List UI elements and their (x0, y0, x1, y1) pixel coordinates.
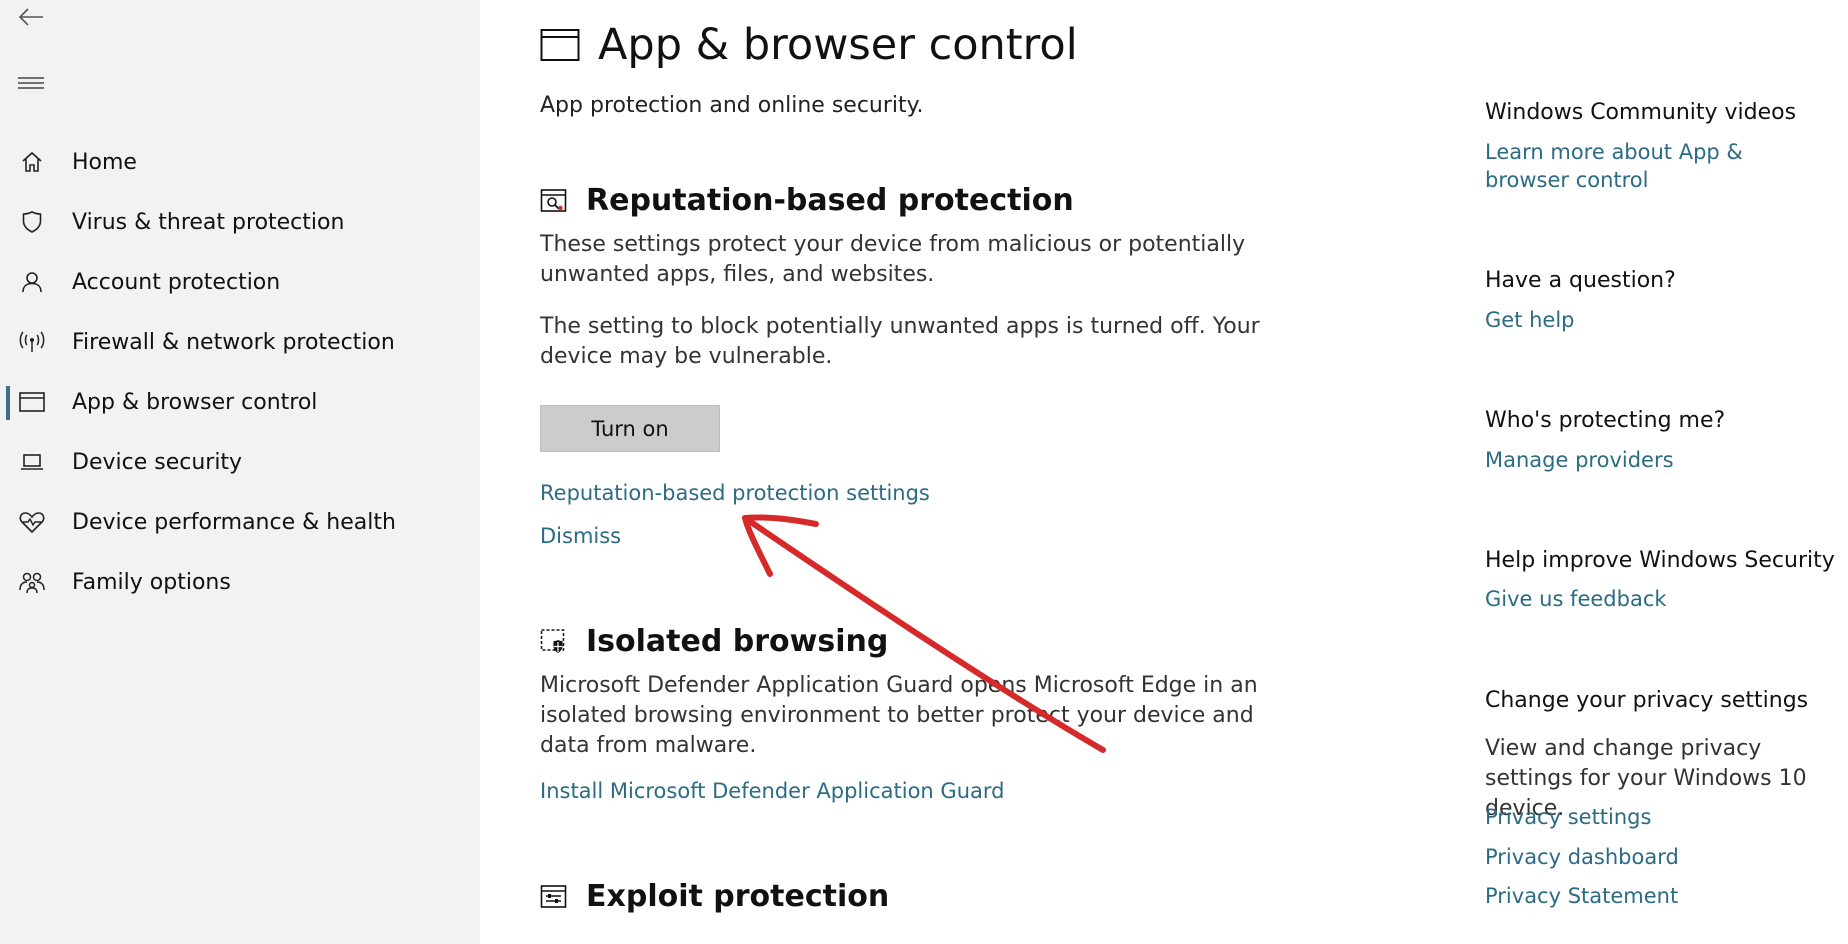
home-icon (19, 149, 45, 175)
isolated-section-header: Isolated browsing (540, 624, 888, 659)
exploit-section-header: Exploit protection (540, 879, 889, 914)
sidebar-item-label: App & browser control (72, 389, 318, 415)
page-header: App & browser control (540, 20, 1078, 70)
laptop-icon (19, 449, 45, 475)
back-button[interactable] (14, 2, 48, 32)
app-window-icon (540, 29, 580, 61)
page-subtitle: App protection and online security. (540, 93, 924, 118)
learn-more-link[interactable]: Learn more about App & browser control (1485, 138, 1805, 194)
shield-icon (19, 209, 45, 235)
sidebar-item-device-security[interactable]: Device security (0, 432, 480, 492)
reputation-title: Reputation-based protection (586, 183, 1074, 218)
privacy-settings-link[interactable]: Privacy settings (1485, 803, 1651, 831)
turn-on-button[interactable]: Turn on (540, 405, 720, 452)
reputation-settings-link[interactable]: Reputation-based protection settings (540, 481, 930, 505)
back-arrow-icon (18, 8, 43, 26)
sidebar-item-virus-threat-protection[interactable]: Virus & threat protection (0, 192, 480, 252)
exploit-title: Exploit protection (586, 879, 890, 914)
get-help-link[interactable]: Get help (1485, 306, 1575, 334)
improve-heading: Help improve Windows Security (1485, 548, 1835, 573)
sidebar-item-app-browser-control[interactable]: App & browser control (0, 372, 480, 432)
sidebar-item-family-options[interactable]: Family options (0, 552, 480, 612)
community-videos-heading: Windows Community videos (1485, 100, 1797, 125)
isolated-description: Microsoft Defender Application Guard ope… (540, 673, 1258, 758)
give-feedback-link[interactable]: Give us feedback (1485, 585, 1667, 613)
person-icon (19, 269, 45, 295)
isolated-browsing-icon (540, 628, 565, 653)
sidebar-item-label: Device security (72, 449, 243, 475)
privacy-heading: Change your privacy settings (1485, 688, 1809, 713)
sidebar-item-device-performance-health[interactable]: Device performance & health (0, 492, 480, 552)
sidebar-item-label: Virus & threat protection (72, 209, 345, 235)
heart-pulse-icon (19, 509, 45, 535)
reputation-warning: The setting to block potentially unwante… (540, 314, 1260, 369)
question-heading: Have a question? (1485, 268, 1676, 293)
reputation-icon (540, 188, 567, 212)
privacy-statement-link[interactable]: Privacy Statement (1485, 882, 1678, 910)
page-title: App & browser control (598, 20, 1078, 70)
sidebar: Home Virus & threat protection Account p… (0, 0, 480, 944)
sidebar-item-label: Home (72, 149, 137, 175)
sidebar-nav: Home Virus & threat protection Account p… (0, 132, 480, 612)
sidebar-item-account-protection[interactable]: Account protection (0, 252, 480, 312)
isolated-title: Isolated browsing (586, 624, 889, 659)
dismiss-link[interactable]: Dismiss (540, 524, 621, 548)
install-application-guard-link[interactable]: Install Microsoft Defender Application G… (540, 779, 1004, 803)
sidebar-item-label: Account protection (72, 269, 281, 295)
hamburger-menu-icon (18, 77, 44, 89)
sidebar-item-label: Device performance & health (72, 509, 396, 535)
manage-providers-link[interactable]: Manage providers (1485, 446, 1674, 474)
menu-button[interactable] (14, 66, 48, 100)
app-window-icon (19, 389, 45, 415)
sidebar-item-label: Family options (72, 569, 231, 595)
sidebar-item-firewall-network-protection[interactable]: Firewall & network protection (0, 312, 480, 372)
reputation-description: These settings protect your device from … (540, 232, 1246, 287)
wireless-icon (19, 329, 45, 355)
exploit-protection-icon (540, 884, 567, 908)
family-icon (19, 569, 45, 595)
reputation-section-header: Reputation-based protection (540, 183, 1074, 218)
privacy-dashboard-link[interactable]: Privacy dashboard (1485, 843, 1679, 871)
sidebar-item-label: Firewall & network protection (72, 329, 395, 355)
protecting-heading: Who's protecting me? (1485, 408, 1726, 433)
sidebar-item-home[interactable]: Home (0, 132, 480, 192)
